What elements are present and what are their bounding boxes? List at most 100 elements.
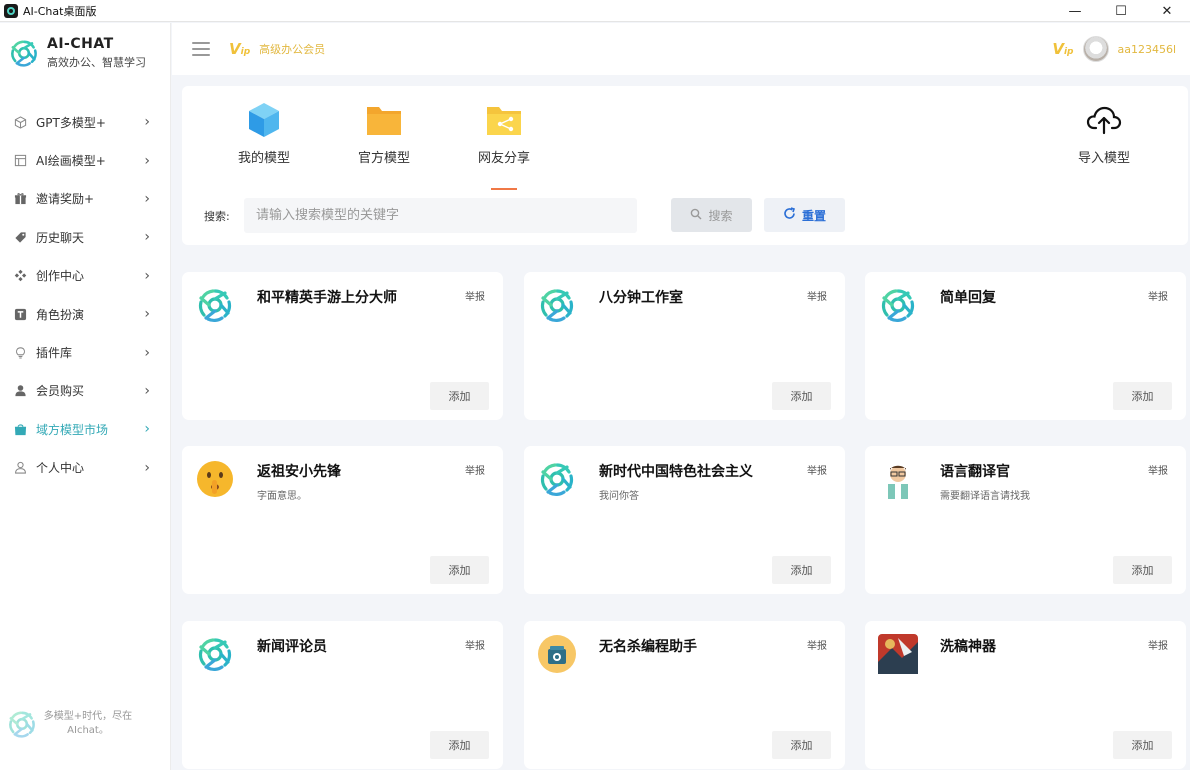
openai-logo-icon <box>6 708 38 740</box>
model-title: 洗稿神器 <box>940 639 996 655</box>
sidebar-item-plugins[interactable]: 插件库 › <box>0 333 170 371</box>
category-label: 官方模型 <box>357 151 410 166</box>
brand-name: AI-CHAT <box>47 36 114 52</box>
sidebar-item-membership[interactable]: 会员购买 › <box>0 372 170 410</box>
tab-official-models[interactable]: 官方模型 <box>339 100 429 166</box>
tag-icon <box>13 230 27 244</box>
model-card[interactable]: 无名杀编程助手 举报添加 <box>524 621 845 769</box>
report-button[interactable]: 举报 <box>807 462 827 477</box>
add-button[interactable]: 添加 <box>430 382 489 410</box>
sidebar-nav: GPT多模型+ › AI绘画模型+ › 邀请奖励+ › 历史聊天 › 创作中心 … <box>0 103 170 487</box>
model-avatar <box>195 285 235 325</box>
username[interactable]: aa123456l <box>1117 43 1176 56</box>
model-title: 新闻评论员 <box>257 639 327 655</box>
sidebar-item-gpt-models[interactable]: GPT多模型+ › <box>0 103 170 141</box>
report-button[interactable]: 举报 <box>1148 462 1168 477</box>
user-icon <box>13 384 27 398</box>
window-titlebar: AI-Chat桌面版 — ☐ ✕ <box>0 0 1190 22</box>
sidebar-item-creation-center[interactable]: 创作中心 › <box>0 257 170 295</box>
share-folder-icon <box>459 100 549 140</box>
search-button[interactable]: 搜索 <box>671 198 752 232</box>
sidebar-item-role-play[interactable]: 角色扮演 › <box>0 295 170 333</box>
openai-logo-icon <box>537 285 577 325</box>
minimize-button[interactable]: — <box>1052 0 1098 22</box>
sidebar-footer: 多模型+时代，尽在AIchat。 <box>6 708 136 740</box>
add-button[interactable]: 添加 <box>772 556 831 584</box>
report-button[interactable]: 举报 <box>1148 288 1168 303</box>
sidebar-item-label: GPT多模型+ <box>36 115 106 130</box>
gift-icon <box>13 192 27 206</box>
add-button[interactable]: 添加 <box>430 731 489 759</box>
artwork-avatar-icon <box>878 634 918 674</box>
bulb-icon <box>13 346 27 360</box>
window-title: AI-Chat桌面版 <box>23 4 97 18</box>
sidebar-item-invite-rewards[interactable]: 邀请奖励+ › <box>0 180 170 218</box>
model-card[interactable]: 洗稿神器 举报添加 <box>865 621 1186 769</box>
openai-logo-icon <box>195 285 235 325</box>
sidebar-item-model-market[interactable]: 域方模型市场 › <box>0 410 170 448</box>
report-button[interactable]: 举报 <box>465 637 485 652</box>
hamburger-menu-icon[interactable] <box>192 42 210 56</box>
add-button[interactable]: 添加 <box>1113 731 1172 759</box>
model-avatar <box>195 459 235 499</box>
model-title: 无名杀编程助手 <box>599 639 697 655</box>
category-label: 导入模型 <box>1077 151 1130 166</box>
report-button[interactable]: 举报 <box>1148 637 1168 652</box>
category-label: 我的模型 <box>237 151 290 166</box>
openai-logo-icon <box>537 459 577 499</box>
reset-button[interactable]: 重置 <box>764 198 845 232</box>
sidebar-item-label: 角色扮演 <box>36 307 85 322</box>
sidebar-item-label: 会员购买 <box>36 384 85 399</box>
model-card[interactable]: 简单回复 举报 添加 <box>865 272 1186 420</box>
search-label: 搜索: <box>204 210 230 223</box>
model-avatar <box>195 634 235 674</box>
topbar: Vip 高级办公会员 Vip aa123456l <box>172 23 1190 75</box>
add-button[interactable]: 添加 <box>772 731 831 759</box>
maximize-button[interactable]: ☐ <box>1098 0 1144 22</box>
report-button[interactable]: 举报 <box>807 288 827 303</box>
chevron-right-icon: › <box>144 459 150 476</box>
user-avatar[interactable] <box>1083 36 1110 62</box>
report-button[interactable]: 举报 <box>465 288 485 303</box>
model-card[interactable]: 语言翻译官 需要翻译语言请找我 举报 添加 <box>865 446 1186 594</box>
model-avatar <box>537 634 577 674</box>
tab-my-models[interactable]: 我的模型 <box>219 100 309 166</box>
add-button[interactable]: 添加 <box>1113 382 1172 410</box>
person-icon <box>13 461 27 475</box>
model-card[interactable]: 返祖安小先锋字面意思。 举报添加 <box>182 446 503 594</box>
model-description: 我问你答 <box>599 491 639 502</box>
model-avatar <box>878 285 918 325</box>
grid-icon <box>13 269 27 283</box>
add-button[interactable]: 添加 <box>772 382 831 410</box>
report-button[interactable]: 举报 <box>807 637 827 652</box>
search-input[interactable] <box>244 198 637 233</box>
brand: AI-CHAT 高效办公、智慧学习 <box>0 23 170 83</box>
close-button[interactable]: ✕ <box>1144 0 1190 22</box>
search-button-label: 搜索 <box>708 208 733 223</box>
model-card[interactable]: 和平精英手游上分大师 举报 添加 <box>182 272 503 420</box>
add-button[interactable]: 添加 <box>1113 556 1172 584</box>
chevron-right-icon: › <box>144 344 150 361</box>
openai-logo-icon <box>195 634 235 674</box>
chevron-right-icon: › <box>144 114 150 131</box>
sidebar-item-chat-history[interactable]: 历史聊天 › <box>0 218 170 256</box>
import-model-button[interactable]: 导入模型 <box>1059 100 1149 166</box>
image-icon <box>13 154 27 168</box>
sidebar-item-ai-drawing[interactable]: AI绘画模型+ › <box>0 141 170 179</box>
add-button[interactable]: 添加 <box>430 556 489 584</box>
model-title: 返祖安小先锋 <box>257 464 341 480</box>
model-card[interactable]: 新时代中国特色社会主义 我问你答 举报 添加 <box>524 446 845 594</box>
sidebar-item-personal-center[interactable]: 个人中心 › <box>0 449 170 487</box>
openai-logo-icon <box>878 285 918 325</box>
tab-shared-models[interactable]: 网友分享 <box>459 100 549 190</box>
report-button[interactable]: 举报 <box>465 462 485 477</box>
model-card[interactable]: 新闻评论员 举报添加 <box>182 621 503 769</box>
model-description: 字面意思。 <box>257 491 307 502</box>
vip-icon: Vip <box>229 40 251 58</box>
chevron-right-icon: › <box>144 229 150 246</box>
chevron-right-icon: › <box>144 306 150 323</box>
model-card[interactable]: 八分钟工作室 举报 添加 <box>524 272 845 420</box>
shushing-face-icon <box>197 461 233 497</box>
sidebar-footer-text: 多模型+时代，尽在AIchat。 <box>43 711 133 736</box>
cloud-upload-icon <box>1059 100 1149 140</box>
